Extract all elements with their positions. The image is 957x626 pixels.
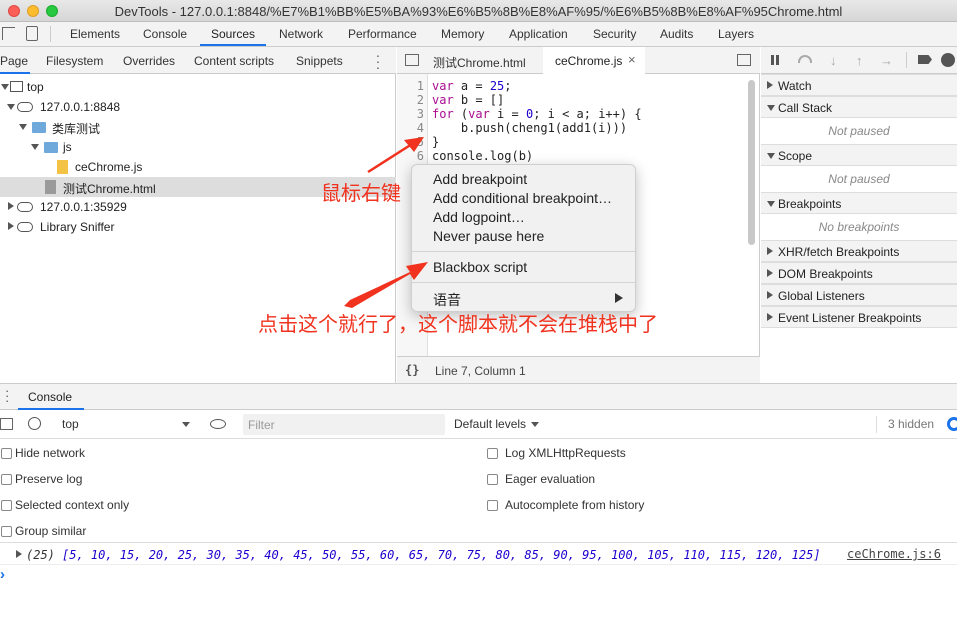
clear-console-icon[interactable]	[28, 417, 41, 430]
hidden-count: 3 hidden	[888, 417, 935, 431]
selected-context-checkbox[interactable]	[1, 500, 12, 511]
selected-context-label: Selected context only	[15, 498, 130, 512]
blackbox-arrow	[344, 262, 428, 308]
console-prompt-icon[interactable]: ›	[0, 566, 5, 583]
console-settings-gear-icon[interactable]	[947, 417, 957, 431]
eager-eval-checkbox[interactable]	[487, 474, 498, 485]
group-similar-checkbox[interactable]	[1, 526, 12, 537]
autocomplete-label: Autocomplete from history	[505, 498, 645, 512]
hide-network-checkbox[interactable]	[1, 448, 12, 459]
group-similar-label: Group similar	[15, 524, 87, 538]
array-values: [5, 10, 15, 20, 25, 30, 35, 40, 45, 50, …	[62, 548, 821, 562]
console-drawer: · · · Console top Filter Default levels 3 …	[0, 383, 957, 626]
drawer-tab-console[interactable]: Console	[28, 390, 72, 404]
console-log-row[interactable]: (25) [5, 10, 15, 20, 25, 30, 35, 40, 45,…	[0, 543, 957, 565]
live-expression-eye-icon[interactable]	[210, 419, 226, 429]
filter-input[interactable]: Filter	[243, 414, 445, 435]
autocomplete-checkbox[interactable]	[487, 500, 498, 511]
context-dropdown-icon[interactable]	[182, 422, 190, 427]
sidebar-toggle-icon[interactable]	[0, 418, 13, 430]
right-click-arrow-head	[404, 137, 424, 152]
annotation-right-click: 鼠标右键	[321, 181, 401, 205]
eager-eval-label: Eager evaluation	[505, 472, 596, 486]
expand-array-icon[interactable]	[16, 550, 22, 558]
filter-placeholder: Filter	[248, 418, 275, 432]
array-length: (25)	[26, 548, 55, 562]
hide-network-label: Hide network	[15, 446, 86, 460]
context-select[interactable]: top	[62, 417, 79, 431]
log-xhr-checkbox[interactable]	[487, 448, 498, 459]
preserve-log-checkbox[interactable]	[1, 474, 12, 485]
log-source-link[interactable]: ceChrome.js:6	[847, 547, 941, 561]
console-settings: Hide network Preserve log Selected conte…	[0, 439, 957, 543]
right-click-arrow	[367, 142, 413, 174]
log-xhr-label: Log XMLHttpRequests	[505, 446, 626, 460]
preserve-log-label: Preserve log	[15, 472, 83, 486]
levels-dropdown-icon[interactable]	[531, 422, 539, 427]
annotation-click-note: 点击这个就行了，这个脚本就不会在堆栈中了	[258, 312, 658, 336]
drawer-tabs: · · · Console	[0, 384, 957, 410]
log-levels-dropdown[interactable]: Default levels	[454, 417, 526, 431]
drawer-menu-icon[interactable]: · · ·	[5, 384, 9, 407]
console-toolbar: top Filter Default levels 3 hidden	[0, 410, 957, 439]
